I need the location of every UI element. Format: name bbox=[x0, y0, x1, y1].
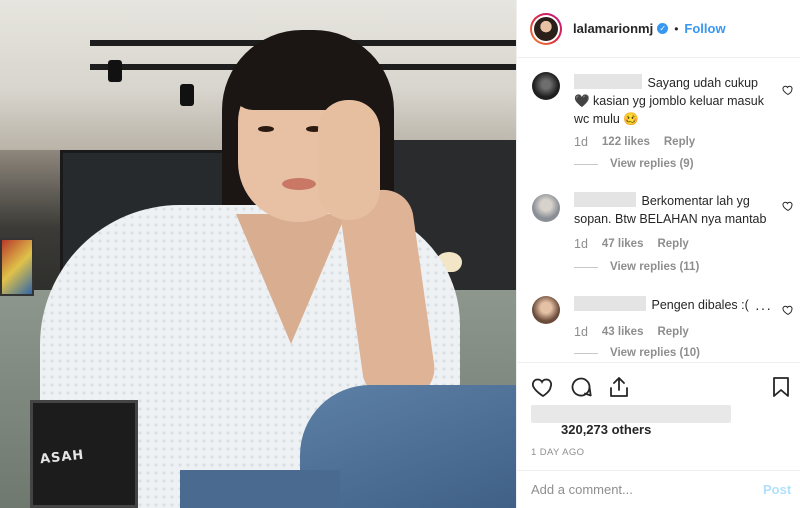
reply-button[interactable]: Reply bbox=[664, 136, 695, 148]
view-replies-button[interactable]: View replies (11) bbox=[574, 261, 699, 273]
comment-meta: 1d 43 likes Reply bbox=[574, 325, 689, 339]
replies-divider bbox=[574, 266, 598, 268]
view-replies-label: View replies (9) bbox=[610, 158, 694, 170]
eye bbox=[258, 126, 274, 132]
comment-body: Pengen dibales :( bbox=[651, 298, 749, 312]
comment-time[interactable]: 1d bbox=[574, 325, 588, 339]
comment-likes[interactable]: 122 likes bbox=[602, 136, 650, 148]
heart-icon[interactable] bbox=[782, 84, 794, 96]
comment-text: Pengen dibales :( bbox=[574, 296, 770, 314]
poster bbox=[0, 238, 34, 296]
comment-meta: 1d 122 likes Reply bbox=[574, 135, 695, 149]
replies-divider bbox=[574, 352, 598, 354]
heart-icon[interactable] bbox=[531, 375, 555, 399]
redacted-likers[interactable] bbox=[531, 405, 731, 423]
likes-count[interactable]: 320,273 others bbox=[561, 422, 651, 437]
view-replies-label: View replies (10) bbox=[610, 347, 700, 359]
verified-icon: ✓ bbox=[657, 23, 669, 34]
comment-text: Sayang udah cukup 🖤 kasian yg jomblo kel… bbox=[574, 74, 770, 128]
view-replies-button[interactable]: View replies (9) bbox=[574, 158, 694, 170]
post-sidebar: lalamarionmj ✓ • Follow Sayang udah cuku… bbox=[516, 0, 800, 508]
comment-input[interactable]: Add a comment... bbox=[531, 482, 633, 497]
redacted-username[interactable] bbox=[574, 192, 636, 207]
reply-button[interactable]: Reply bbox=[657, 326, 688, 338]
hand bbox=[318, 100, 380, 220]
heart-icon[interactable] bbox=[782, 304, 794, 316]
redacted-username[interactable] bbox=[574, 296, 646, 311]
jeans bbox=[180, 470, 340, 508]
comment-icon[interactable] bbox=[569, 375, 593, 399]
post-photo[interactable]: ASAH bbox=[0, 0, 516, 508]
comment-likes[interactable]: 47 likes bbox=[602, 238, 644, 250]
avatar[interactable] bbox=[530, 12, 562, 45]
commenter-avatar[interactable] bbox=[532, 72, 560, 100]
view-replies-button[interactable]: View replies (10) bbox=[574, 347, 700, 359]
username-link[interactable]: lalamarionmj bbox=[573, 21, 653, 36]
redacted-username[interactable] bbox=[574, 74, 642, 89]
action-bar bbox=[517, 362, 800, 408]
bookmark-icon[interactable] bbox=[769, 375, 793, 399]
commenter-avatar[interactable] bbox=[532, 194, 560, 222]
follow-button[interactable]: Follow bbox=[684, 21, 725, 36]
comment-time[interactable]: 1d bbox=[574, 135, 588, 149]
more-icon[interactable]: ··· bbox=[755, 300, 772, 316]
heart-icon[interactable] bbox=[782, 200, 794, 212]
post-button[interactable]: Post bbox=[763, 482, 791, 497]
comments-list[interactable]: Sayang udah cukup 🖤 kasian yg jomblo kel… bbox=[517, 58, 800, 360]
post-timestamp[interactable]: 1 DAY AGO bbox=[531, 447, 584, 458]
avatar-image bbox=[534, 16, 558, 41]
comment-likes[interactable]: 43 likes bbox=[602, 326, 644, 338]
share-icon[interactable] bbox=[607, 375, 631, 399]
ceiling-lamp bbox=[180, 84, 194, 106]
lips bbox=[282, 178, 316, 190]
separator-dot: • bbox=[674, 21, 679, 36]
comment-time[interactable]: 1d bbox=[574, 237, 588, 251]
view-replies-label: View replies (11) bbox=[610, 261, 700, 273]
post-header: lalamarionmj ✓ • Follow bbox=[517, 0, 800, 58]
add-comment-bar: Add a comment... Post bbox=[517, 470, 800, 508]
ceiling-lamp bbox=[108, 60, 122, 82]
replies-divider bbox=[574, 163, 598, 165]
comment-meta: 1d 47 likes Reply bbox=[574, 237, 689, 251]
comment-text: Berkomentar lah yg sopan. Btw BELAHAN ny… bbox=[574, 192, 770, 228]
commenter-avatar[interactable] bbox=[532, 296, 560, 324]
reply-button[interactable]: Reply bbox=[657, 238, 688, 250]
